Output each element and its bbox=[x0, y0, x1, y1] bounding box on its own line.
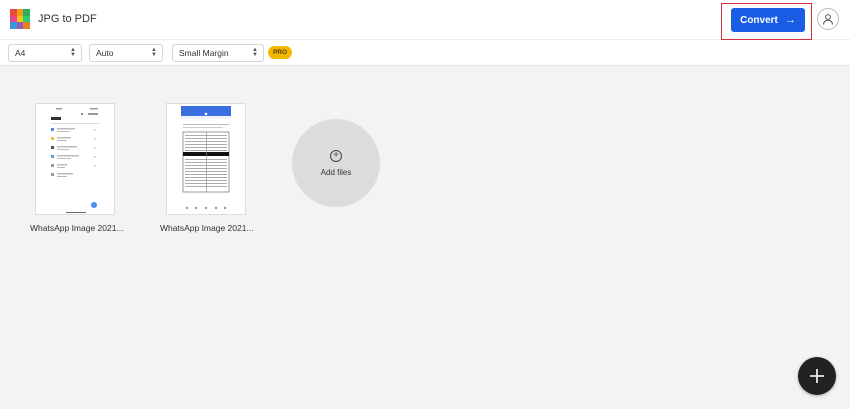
logo-tile bbox=[23, 15, 30, 23]
logo-tile bbox=[10, 22, 17, 29]
margin-select[interactable]: Small Margin ▲ ▼ bbox=[172, 44, 264, 62]
logo-tile bbox=[16, 22, 24, 29]
page-size-select[interactable]: A4 ▲ ▼ bbox=[8, 44, 82, 62]
convert-button[interactable]: Convert → bbox=[731, 8, 805, 32]
logo-tile bbox=[16, 15, 24, 23]
file-thumbnail[interactable] bbox=[166, 103, 246, 215]
plus-circle-icon: + bbox=[330, 149, 342, 162]
page-size-value: A4 bbox=[15, 48, 26, 58]
logo-tile bbox=[16, 9, 24, 16]
file-name: WhatsApp Image 2021... bbox=[160, 223, 254, 233]
user-account-button[interactable] bbox=[817, 8, 839, 30]
orientation-value: Auto bbox=[96, 48, 114, 58]
user-icon bbox=[823, 14, 833, 25]
add-files-label: Add files bbox=[320, 167, 352, 177]
app-logo-icon bbox=[10, 9, 30, 29]
select-caret-icon: ▲ ▼ bbox=[151, 47, 157, 58]
convert-button-label: Convert bbox=[740, 14, 778, 26]
add-files-button[interactable]: + Add files bbox=[292, 119, 380, 207]
arrow-right-icon: → bbox=[784, 14, 796, 26]
pro-badge: PRO bbox=[268, 46, 292, 59]
logo-tile bbox=[23, 22, 30, 29]
add-floating-button[interactable] bbox=[798, 357, 836, 395]
file-preview-image bbox=[51, 108, 99, 213]
file-preview-image bbox=[181, 106, 231, 210]
options-toolbar: A4 ▲ ▼ Auto ▲ ▼ Small Margin ▲ ▼ bbox=[0, 40, 850, 66]
logo-tile bbox=[10, 15, 17, 23]
file-name: WhatsApp Image 2021... bbox=[30, 223, 124, 233]
logo-tile bbox=[10, 9, 17, 16]
plus-icon bbox=[810, 369, 824, 383]
app-title: JPG to PDF bbox=[38, 13, 97, 25]
logo-tile bbox=[23, 9, 30, 16]
file-thumbnail[interactable] bbox=[35, 103, 115, 215]
select-caret-icon: ▲ ▼ bbox=[252, 47, 258, 58]
select-caret-icon: ▲ ▼ bbox=[70, 47, 76, 58]
margin-value: Small Margin bbox=[179, 48, 229, 58]
orientation-select[interactable]: Auto ▲ ▼ bbox=[89, 44, 163, 62]
